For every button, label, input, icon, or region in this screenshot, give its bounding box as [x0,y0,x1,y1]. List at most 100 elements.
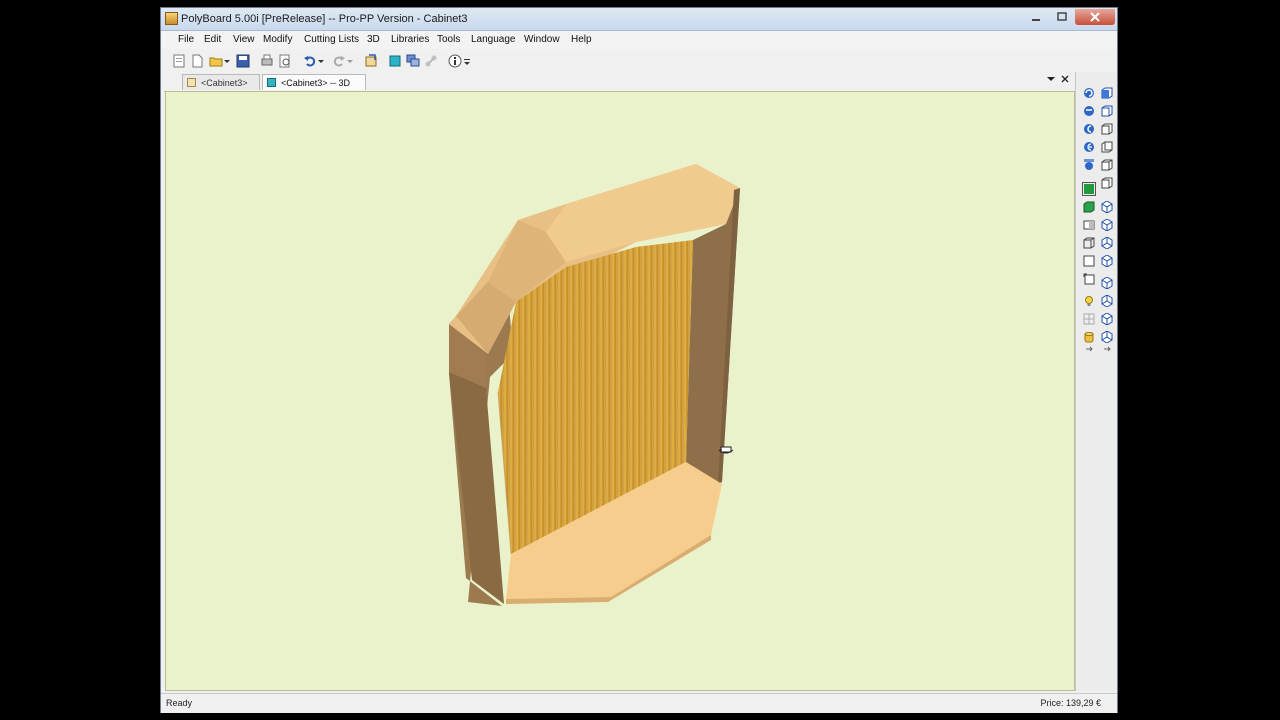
perspective-7-button[interactable] [1100,312,1114,326]
perspective-3-button[interactable] [1100,236,1114,250]
close-button[interactable] [1075,9,1115,25]
iso-view-2-button[interactable] [1100,104,1114,118]
left-panel-edge [449,372,504,604]
section-icon [1083,220,1095,230]
save-button[interactable] [235,53,251,69]
open-dropdown[interactable] [223,53,231,69]
window-title: PolyBoard 5.00i [PreRelease] -- Pro-PP V… [181,13,468,25]
redo-icon [333,56,345,67]
new-project-button[interactable] [171,53,187,69]
perspective-5-button[interactable] [1100,276,1114,290]
multi-window-icon [406,54,420,67]
auto-view-button[interactable] [1082,158,1096,172]
cabinet-icon [389,55,401,67]
tab-cabinet3[interactable]: <Cabinet3> [182,74,260,90]
view-right-button[interactable] [1082,140,1096,154]
title-bar[interactable]: PolyBoard 5.00i [PreRelease] -- Pro-PP V… [161,8,1117,31]
maximize-button[interactable] [1049,9,1075,25]
multi-view-button[interactable] [405,53,421,69]
perspective-2-button[interactable] [1100,218,1114,232]
iso-view-1-button[interactable] [1100,86,1114,100]
redo-button[interactable] [331,53,347,69]
solid-view-button[interactable] [1082,182,1096,196]
close-icon [1061,75,1069,83]
tab-cabinet3-3d-label: <Cabinet3> -- 3D [281,77,351,88]
iso-cube-icon [1101,159,1113,171]
sidebar-scroll-left[interactable] [1082,345,1096,353]
rotate-view-icon [1084,106,1094,116]
chevron-down-icon [224,60,230,63]
wireframe-view-button[interactable] [1082,236,1096,250]
lighting-button[interactable] [1082,294,1096,308]
view-back-button[interactable] [1082,104,1096,118]
menu-language[interactable]: Language [471,34,516,45]
menu-tools[interactable]: Tools [437,34,460,45]
view-front-button[interactable] [1082,86,1096,100]
menu-cutting-lists[interactable]: Cutting Lists [304,34,359,45]
folder-open-icon [209,57,223,67]
perspective-4-button[interactable] [1100,254,1114,268]
new-document-button[interactable] [189,53,205,69]
print-preview-button[interactable] [277,53,293,69]
view-tools-sidebar [1075,72,1117,691]
cabinet-view-button[interactable] [387,53,403,69]
iso-cube-icon [1101,123,1113,135]
menu-help[interactable]: Help [571,34,592,45]
minimize-icon [1032,19,1040,21]
document-tab-bar: <Cabinet3> <Cabinet3> -- 3D [164,72,1074,92]
menu-file[interactable]: File [178,34,194,45]
iso-view-3-button[interactable] [1100,122,1114,136]
info-button[interactable] [447,53,463,69]
perspective-8-button[interactable] [1100,330,1114,344]
box-outline-icon [1083,273,1095,285]
tab-cabinet3-3d[interactable]: <Cabinet3> -- 3D [262,74,366,90]
iso-view-5-button[interactable] [1100,158,1114,172]
minimize-button[interactable] [1023,9,1049,25]
menu-libraries[interactable]: Libraries [391,34,429,45]
redo-dropdown[interactable] [346,53,354,69]
tab-cabinet3-label: <Cabinet3> [201,77,248,88]
material-button[interactable] [1082,330,1096,344]
textured-view-button[interactable] [1082,200,1096,214]
rotate-view-icon [1084,142,1094,152]
wireframe-icon [1083,237,1095,249]
undo-button[interactable] [302,53,318,69]
close-tab-button[interactable] [1061,75,1069,86]
perspective-6-button[interactable] [1100,294,1114,308]
sidebar-scroll-right[interactable] [1100,345,1114,353]
perspective-1-button[interactable] [1100,200,1114,214]
menu-view[interactable]: View [233,34,255,45]
cube-icon [1083,201,1095,213]
open-button[interactable] [208,53,224,69]
menu-edit[interactable]: Edit [204,34,221,45]
3d-viewport[interactable] [165,91,1075,691]
print-preview-icon [279,54,290,68]
grid-button[interactable] [1082,312,1096,326]
auto-rotate-icon [1084,159,1094,170]
view-left-button[interactable] [1082,122,1096,136]
hex-cube-icon [1101,201,1113,213]
menu-modify[interactable]: Modify [263,34,292,45]
tab-list-button[interactable] [1047,75,1055,86]
cabinet-3d-model[interactable] [166,92,1075,691]
price-readout: Price: 139,29 € [1040,698,1101,708]
menu-3d[interactable]: 3D [367,34,380,45]
outline-view-button[interactable] [1082,254,1096,268]
iso-view-6-button[interactable] [1100,176,1114,190]
hidden-line-button[interactable] [1082,272,1096,286]
iso-view-4-button[interactable] [1100,140,1114,154]
menu-bar: File Edit View Modify Cutting Lists 3D L… [161,31,1117,49]
hex-cube-icon [1101,219,1113,231]
link-button[interactable] [423,53,439,69]
cube-icon [267,78,276,87]
toolbar-options[interactable] [463,53,471,69]
export-button[interactable] [363,53,379,69]
iso-cube-icon [1101,105,1113,117]
hex-cube-icon [1101,277,1113,289]
undo-dropdown[interactable] [317,53,325,69]
print-button[interactable] [259,53,275,69]
menu-window[interactable]: Window [524,34,560,45]
iso-cube-icon [1101,177,1113,189]
hex-cube-icon [1101,255,1113,267]
section-view-button[interactable] [1082,218,1096,232]
